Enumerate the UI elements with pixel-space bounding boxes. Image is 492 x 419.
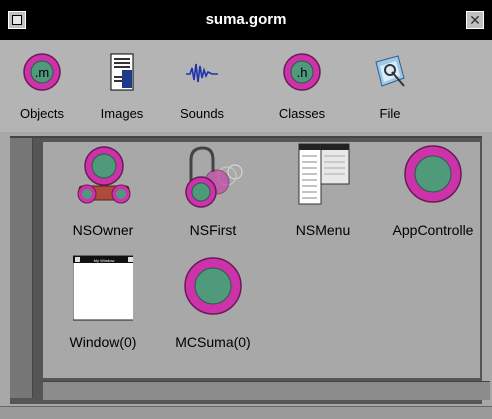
close-button[interactable]: ✕ <box>466 11 484 29</box>
toolbar-images-label: Images <box>100 106 144 121</box>
object-window-label: Window(0) <box>69 334 137 350</box>
toolbar-sounds-button[interactable]: Sounds <box>162 46 242 126</box>
svg-text:.m: .m <box>35 65 49 80</box>
file-icon <box>375 55 405 87</box>
object-appcontroller[interactable]: AppControlle <box>383 142 483 252</box>
object-nsowner[interactable]: NSOwner <box>53 142 153 252</box>
menu-icon <box>298 143 350 205</box>
svg-text:.h: .h <box>297 65 308 80</box>
toolbar-objects-button[interactable]: .m Objects <box>2 46 82 126</box>
objects-icon: .m <box>23 53 61 91</box>
first-responder-icon <box>185 146 243 208</box>
object-window[interactable]: My Window Window(0) <box>53 254 153 364</box>
window-icon: My Window <box>73 255 133 321</box>
toolbar-images-button[interactable]: Images <box>82 46 162 126</box>
title-bar[interactable]: suma.gorm ✕ <box>0 0 492 40</box>
object-nsfirst[interactable]: NSFirst <box>163 142 263 252</box>
object-appcontroller-label: AppControlle <box>392 222 474 238</box>
toolbar-file-button[interactable]: File <box>350 46 430 126</box>
objects-grid: NSOwner NSFirst NSMenu AppControlle My W… <box>43 142 480 378</box>
toolbar-classes-button[interactable]: .h Classes <box>262 46 342 126</box>
window-title: suma.gorm <box>205 11 287 28</box>
toolbar: .m Objects Images Sounds .h Classes File <box>0 40 492 132</box>
object-nsowner-label: NSOwner <box>72 222 134 238</box>
vertical-scrollbar[interactable] <box>10 138 33 398</box>
toolbar-classes-label: Classes <box>278 106 326 121</box>
objects-view: NSOwner NSFirst NSMenu AppControlle My W… <box>10 136 490 404</box>
svg-text:My Window: My Window <box>94 258 115 263</box>
horizontal-scrollbar[interactable] <box>43 381 490 400</box>
toolbar-file-label: File <box>379 106 401 121</box>
app-controller-icon <box>404 145 462 203</box>
gorm-document-window: suma.gorm ✕ .m Objects Images Sounds .h … <box>0 0 492 419</box>
object-nsmenu-label: NSMenu <box>295 222 351 238</box>
window-resize-bar[interactable] <box>0 406 492 419</box>
toolbar-sounds-label: Sounds <box>179 106 225 121</box>
images-icon <box>110 53 134 91</box>
object-mcsuma[interactable]: MCSuma(0) <box>163 254 263 364</box>
classes-icon: .h <box>283 53 321 91</box>
mcsuma-icon <box>184 257 242 315</box>
object-nsfirst-label: NSFirst <box>189 222 237 238</box>
sounds-icon <box>186 63 218 83</box>
object-mcsuma-label: MCSuma(0) <box>175 334 251 350</box>
object-nsmenu[interactable]: NSMenu <box>273 142 373 252</box>
owner-icon <box>77 146 131 204</box>
toolbar-objects-label: Objects <box>19 106 65 121</box>
